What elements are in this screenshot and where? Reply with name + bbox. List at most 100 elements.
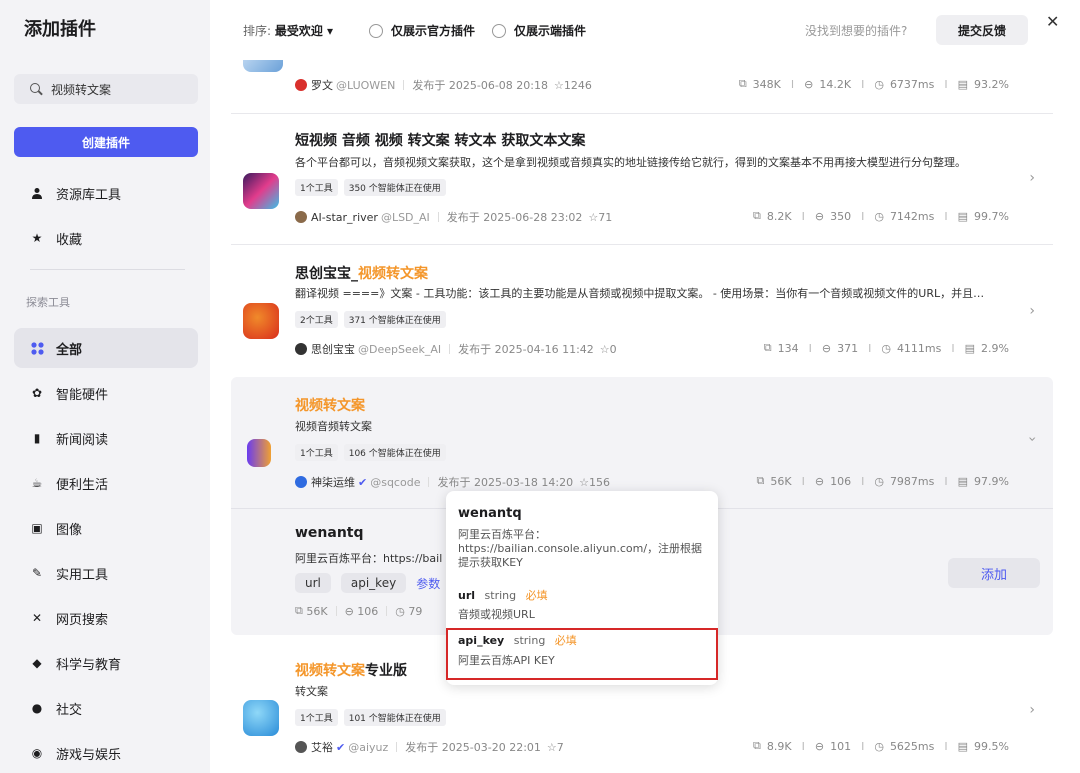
search-input[interactable]: 视频转文案 bbox=[14, 74, 198, 104]
chevron-right-icon[interactable]: › bbox=[1029, 170, 1035, 186]
image-icon: ▣ bbox=[31, 521, 43, 535]
sidebar-item-label: 社交 bbox=[56, 702, 83, 718]
chevron-right-icon[interactable]: › bbox=[1029, 303, 1035, 319]
stat-bots: 371 bbox=[837, 341, 859, 355]
feedback-button[interactable]: 提交反馈 bbox=[936, 15, 1028, 45]
sidebar-item-label: 网页搜索 bbox=[56, 612, 109, 628]
author-name: AI-star_river bbox=[311, 210, 378, 224]
calls-icon: ⧉ bbox=[756, 474, 765, 487]
sidebar-item-smart-hardware[interactable]: ✿ 智能硬件 bbox=[14, 373, 198, 413]
sidebar-item-news[interactable]: ▮ 新闻阅读 bbox=[14, 418, 198, 458]
chevron-right-icon[interactable]: › bbox=[1029, 702, 1035, 718]
tag-tools: 2个工具 bbox=[295, 311, 338, 328]
filter-label: 仅展示官方插件 bbox=[391, 24, 476, 38]
bots-icon: ⊖ bbox=[814, 209, 825, 223]
stat-latency: 6737ms bbox=[889, 77, 935, 91]
not-found-text: 没找到想要的插件? bbox=[805, 24, 908, 38]
tag-usage: 101 个智能体正在使用 bbox=[343, 709, 446, 726]
sidebar-item-label: 新闻阅读 bbox=[56, 432, 109, 448]
plugin-logo-icon bbox=[243, 303, 279, 339]
stat-success: 99.5% bbox=[974, 739, 1009, 753]
wrench-icon: ✎ bbox=[31, 566, 43, 580]
bots-icon: ⊖ bbox=[814, 474, 825, 488]
sidebar-item-all[interactable]: 全部 bbox=[14, 328, 198, 368]
add-tool-button[interactable]: 添加 bbox=[948, 558, 1040, 588]
close-icon[interactable]: ✕ bbox=[1046, 12, 1059, 31]
sidebar-item-games[interactable]: ◉ 游戏与娱乐 bbox=[14, 733, 198, 773]
success-icon: ▤ bbox=[957, 209, 969, 223]
star-icon[interactable]: ☆ bbox=[547, 741, 557, 754]
radio-circle-icon bbox=[492, 23, 506, 38]
sidebar-item-label: 便利生活 bbox=[56, 477, 109, 493]
author-handle: @DeepSeek_AI bbox=[358, 342, 442, 356]
plugin-card[interactable]: 罗文 @LUOWEN 发布于 2025-06-08 20:18 ☆ 1246 ⧉… bbox=[231, 60, 1053, 114]
chevron-down-icon[interactable]: › bbox=[1024, 436, 1040, 442]
filter-label: 仅展示端插件 bbox=[514, 24, 587, 38]
stat-calls: 56K bbox=[770, 474, 792, 488]
gamepad-icon: ◉ bbox=[31, 746, 43, 760]
plugin-meta: 神柒运维 ✔ @sqcode 发布于 2025-03-18 14:20 ☆ 15… bbox=[295, 474, 610, 490]
sidebar-item-social[interactable]: ● 社交 bbox=[14, 688, 198, 728]
annotation-highlight-box bbox=[446, 628, 718, 680]
sidebar-item-library-tools[interactable]: 资源库工具 bbox=[14, 173, 198, 213]
avatar bbox=[295, 343, 307, 355]
plugin-card[interactable]: 短视频 音频 视频 转文案 转文本 获取文本文案 各个平台都可以，音频视频文案获… bbox=[231, 114, 1053, 245]
star-icon[interactable]: ☆ bbox=[600, 343, 610, 356]
plugin-desc: 转文案 bbox=[295, 685, 328, 698]
sidebar-item-favorites[interactable]: ★ 收藏 bbox=[14, 218, 198, 258]
verified-icon: ✔ bbox=[358, 475, 368, 489]
author-handle: @LUOWEN bbox=[336, 78, 396, 92]
bots-icon: ⊖ bbox=[804, 77, 814, 91]
success-icon: ▤ bbox=[957, 474, 969, 488]
stat-success: 93.2% bbox=[974, 77, 1009, 91]
plugin-list: 罗文 @LUOWEN 发布于 2025-06-08 20:18 ☆ 1246 ⧉… bbox=[210, 60, 1080, 773]
chat-icon: ● bbox=[31, 701, 43, 715]
tag-usage: 350 个智能体正在使用 bbox=[343, 179, 446, 196]
publish-date: 发布于 2025-04-16 11:42 bbox=[458, 343, 594, 356]
filter-official-radio[interactable]: 仅展示官方插件 bbox=[369, 22, 475, 39]
avatar bbox=[295, 476, 307, 488]
params-link[interactable]: 参数 bbox=[416, 575, 440, 592]
sidebar-item-web-search[interactable]: ✕ 网页搜索 bbox=[14, 598, 198, 638]
stat-success: 2.9% bbox=[981, 341, 1009, 355]
calls-icon: ⧉ bbox=[763, 341, 772, 354]
success-icon: ▤ bbox=[957, 77, 969, 91]
publish-date: 发布于 2025-06-28 23:02 bbox=[446, 211, 583, 224]
tool-desc: 阿里云百炼平台：https://bail bbox=[295, 552, 443, 565]
bots-icon: ⊖ bbox=[821, 341, 832, 355]
tag-usage: 371 个智能体正在使用 bbox=[343, 311, 446, 328]
topbar: 排序: 最受欢迎 ▾ 仅展示官方插件 仅展示端插件 没找到想要的插件? 提交反馈… bbox=[210, 0, 1080, 60]
plugin-title: 短视频 音频 视频 转文案 转文本 获取文本文案 bbox=[295, 133, 586, 149]
plugin-logo-icon bbox=[243, 173, 279, 209]
avatar bbox=[295, 741, 307, 753]
plugin-title: 视频转文案 bbox=[295, 398, 365, 414]
tooltip-title: wenantq bbox=[458, 506, 522, 521]
sidebar-item-image[interactable]: ▣ 图像 bbox=[14, 508, 198, 548]
param-desc: 音频或视频URL bbox=[458, 608, 535, 621]
author-name: 神柒运维 bbox=[311, 476, 355, 489]
filter-client-radio[interactable]: 仅展示端插件 bbox=[492, 22, 586, 39]
star-icon[interactable]: ☆ bbox=[554, 79, 564, 92]
create-plugin-button[interactable]: 创建插件 bbox=[14, 127, 198, 157]
author-name: 罗文 bbox=[311, 79, 333, 92]
plugin-logo-icon bbox=[243, 700, 279, 736]
plugin-desc: 翻译视频 ====》文案 - 工具功能：该工具的主要功能是从音频或视频中提取文案… bbox=[295, 287, 985, 300]
tag-tools: 1个工具 bbox=[295, 179, 338, 196]
sidebar-item-label: 实用工具 bbox=[56, 567, 109, 583]
param-pill: api_key bbox=[340, 573, 407, 593]
plugin-stats: ⧉ 8.2K I ⊖ 350 I ◷ 7142ms I ▤ 99.7% bbox=[753, 209, 1009, 223]
plugin-meta: 罗文 @LUOWEN 发布于 2025-06-08 20:18 ☆ 1246 bbox=[295, 77, 592, 93]
plugin-card[interactable]: 思创宝宝_视频转文案 翻译视频 ====》文案 - 工具功能：该工具的主要功能是… bbox=[231, 245, 1053, 377]
sidebar-item-life[interactable]: ☕ 便利生活 bbox=[14, 463, 198, 503]
star-icon[interactable]: ☆ bbox=[579, 476, 589, 489]
tool-name: wenantq bbox=[295, 525, 364, 541]
sort-dropdown[interactable]: 排序: 最受欢迎 ▾ bbox=[243, 22, 333, 39]
star-icon[interactable]: ☆ bbox=[588, 211, 598, 224]
plugin-card[interactable]: 视频转文案 视频音频转文案 1个工具 106 个智能体正在使用 神柒运维 ✔ @… bbox=[231, 377, 1053, 508]
stat-bots: 106 bbox=[830, 474, 852, 488]
sidebar-item-science[interactable]: ◆ 科学与教育 bbox=[14, 643, 198, 683]
stat-success: 99.7% bbox=[974, 209, 1009, 223]
sidebar-item-utilities[interactable]: ✎ 实用工具 bbox=[14, 553, 198, 593]
success-icon: ▤ bbox=[957, 739, 969, 753]
calls-icon: ⧉ bbox=[738, 77, 747, 90]
